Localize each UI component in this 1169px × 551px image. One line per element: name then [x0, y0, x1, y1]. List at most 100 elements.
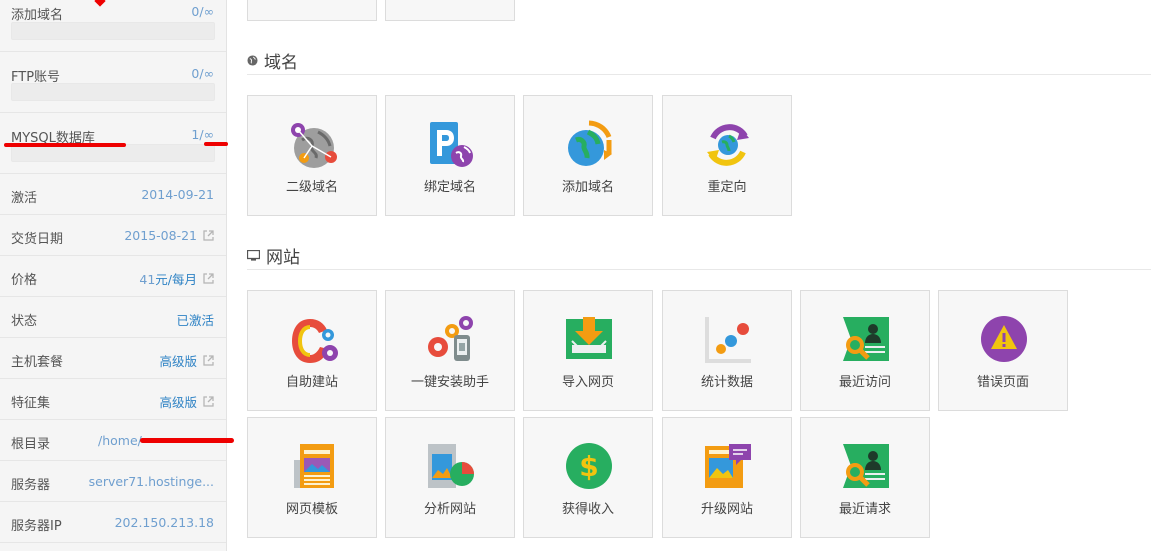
tile-error-pages[interactable]: 错误页面 — [938, 290, 1068, 411]
statistics-icon — [705, 317, 751, 363]
info-value: 高级版 — [159, 395, 197, 410]
section-title-text: 域名 — [264, 53, 298, 73]
info-row-hosting-plan: 主机套餐 高级版 — [0, 338, 226, 379]
tile-label: 绑定域名 — [423, 180, 476, 195]
quota-row-ftp: FTP账号 0/∞ — [0, 52, 226, 113]
tile-label: 升级网站 — [700, 502, 753, 517]
account-sidebar: 添加域名 0/∞ FTP账号 0/∞ MYSQL数据库 1/∞ 激活 2014-… — [0, 0, 227, 551]
tile-redirects[interactable]: 重定向 — [662, 95, 792, 216]
section-title-text: 网站 — [266, 248, 300, 268]
info-label: 交货日期 — [11, 232, 64, 247]
info-value-link[interactable]: 41元/每月 — [139, 269, 214, 288]
info-label: 状态 — [11, 314, 38, 329]
quota-row-addon-domains: 添加域名 0/∞ — [0, 0, 226, 52]
main-content: 域名 二级域名 绑定域名 添加域名 重定向 网站 自助建站 一键安装助手 导入网… — [247, 0, 1169, 551]
site-builder-icon — [292, 319, 338, 363]
parked-domain-icon — [430, 122, 473, 167]
quota-value: 0/∞ — [191, 66, 214, 81]
section-title-domains: 域名 — [247, 48, 298, 73]
tile-label: 最近请求 — [838, 502, 891, 517]
tile-website-analysis[interactable]: 分析网站 — [385, 417, 515, 538]
external-link-icon — [203, 230, 214, 241]
website-analysis-icon — [428, 444, 474, 488]
svg-text:$: $ — [579, 450, 598, 483]
tile-upgrade-website[interactable]: 升级网站 — [662, 417, 792, 538]
auto-installer-icon — [428, 316, 473, 361]
redirect-icon — [707, 124, 749, 166]
tile-stub[interactable] — [247, 0, 377, 21]
info-value: 202.150.213.18 — [114, 515, 214, 530]
section-title-website: 网站 — [247, 243, 300, 268]
globe-icon — [247, 55, 258, 66]
red-annotation-underline — [204, 142, 228, 146]
info-value: 2015-08-21 — [124, 228, 197, 243]
tile-site-builder[interactable]: 自助建站 — [247, 290, 377, 411]
info-row-price: 价格 41元/每月 — [0, 256, 226, 297]
quota-value: 0/∞ — [191, 4, 214, 19]
tile-label: 分析网站 — [423, 502, 476, 517]
price-unit: 元/每月 — [155, 272, 197, 287]
red-annotation-underline — [4, 143, 126, 147]
tile-label: 网页模板 — [285, 502, 338, 517]
info-label: 激活 — [11, 191, 38, 206]
quota-value: 1/∞ — [191, 127, 214, 142]
tile-earn-money[interactable]: $ 获得收入 — [523, 417, 653, 538]
tile-label: 自助建站 — [285, 375, 338, 390]
info-row-due-date: 交货日期 2015-08-21 — [0, 215, 226, 256]
tile-statistics[interactable]: 统计数据 — [662, 290, 792, 411]
access-logs-icon — [843, 317, 889, 361]
tile-label: 添加域名 — [561, 180, 614, 195]
info-label: 特征集 — [11, 396, 51, 411]
info-row-status: 状态 已激活 — [0, 297, 226, 338]
external-link-icon — [203, 273, 214, 284]
tile-addon-domains[interactable]: 添加域名 — [523, 95, 653, 216]
info-value: 2014-09-21 — [141, 187, 214, 202]
error-pages-icon — [981, 316, 1027, 362]
tile-label: 重定向 — [707, 180, 747, 195]
tile-auto-installer[interactable]: 一键安装助手 — [385, 290, 515, 411]
upgrade-website-icon — [705, 444, 751, 488]
info-label: 根目录 — [11, 437, 51, 452]
tile-label: 二级域名 — [285, 180, 338, 195]
section-divider — [247, 74, 1151, 75]
info-label: 价格 — [11, 273, 38, 288]
tile-label: 最近访问 — [838, 375, 891, 390]
tile-parked-domains[interactable]: 绑定域名 — [385, 95, 515, 216]
addon-domain-icon — [568, 120, 612, 166]
website-templates-icon — [294, 444, 334, 488]
info-row-activated: 激活 2014-09-21 — [0, 174, 226, 215]
tile-label: 获得收入 — [561, 502, 614, 517]
tile-label: 统计数据 — [700, 375, 753, 390]
tile-subdomains[interactable]: 二级域名 — [247, 95, 377, 216]
info-row-server: 服务器 server71.hostinge... — [0, 461, 226, 502]
quota-progress-bar — [11, 83, 215, 101]
tile-recent-requests[interactable]: 最近请求 — [800, 417, 930, 538]
tile-access-logs[interactable]: 最近访问 — [800, 290, 930, 411]
status-value: 已激活 — [176, 313, 214, 328]
tile-stub[interactable] — [385, 0, 515, 21]
subdomain-globe-icon — [291, 123, 337, 168]
tile-website-templates[interactable]: 网页模板 — [247, 417, 377, 538]
tile-import-website[interactable]: 导入网页 — [523, 290, 653, 411]
quota-progress-bar — [11, 22, 215, 40]
info-row-server-ip: 服务器IP 202.150.213.18 — [0, 502, 226, 543]
info-label: 服务器IP — [11, 519, 62, 534]
quota-label: 添加域名 — [11, 8, 64, 23]
info-label: 主机套餐 — [11, 355, 64, 370]
info-value: /home/ — [98, 433, 142, 448]
external-link-icon — [203, 396, 214, 407]
external-link-icon — [203, 355, 214, 366]
tile-label: 导入网页 — [561, 375, 614, 390]
price-amount: 41 — [139, 272, 156, 287]
tile-label: 一键安装助手 — [410, 375, 489, 390]
info-value-link[interactable]: 高级版 — [159, 392, 214, 411]
section-divider — [247, 269, 1151, 270]
info-value-link[interactable]: 高级版 — [159, 351, 214, 370]
info-value: server71.hostinge... — [88, 474, 214, 489]
monitor-icon — [247, 250, 260, 261]
info-row-feature-set: 特征集 高级版 — [0, 379, 226, 420]
info-value: 高级版 — [159, 354, 197, 369]
info-label: 服务器 — [11, 478, 51, 493]
import-website-icon — [566, 317, 612, 359]
info-value-link[interactable]: 2015-08-21 — [124, 228, 214, 243]
